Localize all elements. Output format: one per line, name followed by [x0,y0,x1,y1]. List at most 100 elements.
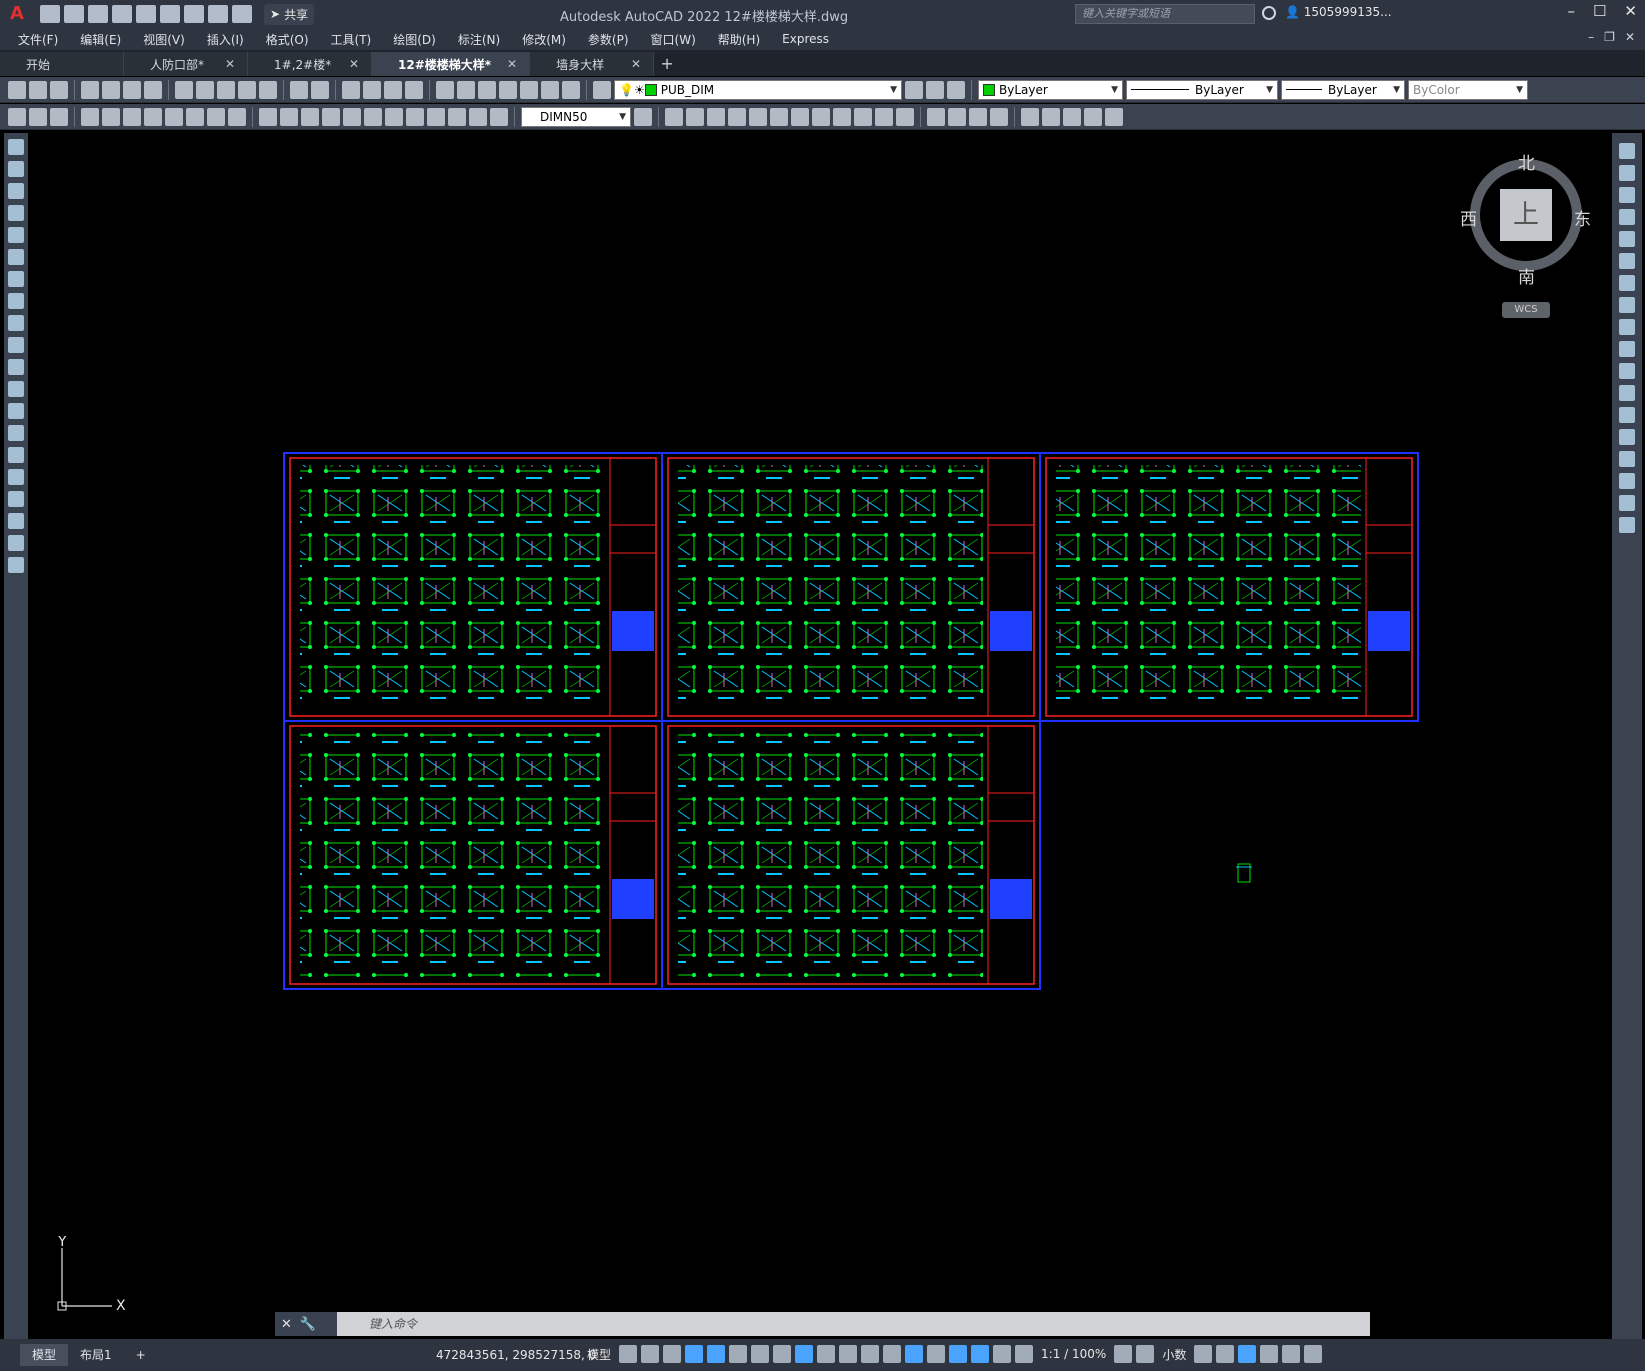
group-select-icon[interactable] [1084,107,1102,126]
tab-building-1-2[interactable]: 1#,2#楼* ✕ [248,52,372,76]
search-icon[interactable] [1262,6,1276,20]
jogged-linear-icon[interactable] [427,107,445,126]
copy-icon[interactable] [196,80,214,99]
layer-match-icon[interactable] [947,80,965,99]
join-modify-icon[interactable] [1619,429,1635,445]
minimize-icon[interactable]: – [1567,2,1575,20]
lineweight-select[interactable]: ByLayer ▼ [1281,79,1405,100]
trim-modify-icon[interactable] [1619,341,1635,357]
region-icon[interactable] [8,491,24,507]
compass-west[interactable]: 西 [1460,205,1477,230]
dim-ordinate-icon[interactable] [144,107,162,126]
rectangle-icon[interactable] [8,227,24,243]
scale-modify-icon[interactable] [1619,297,1635,313]
tolerance-icon[interactable] [364,107,382,126]
erase-icon[interactable] [1619,143,1635,159]
mirror-icon[interactable] [707,107,725,126]
mtext-icon[interactable] [8,535,24,551]
qnew-icon[interactable] [8,80,26,99]
share-button[interactable]: ➤ 共享 [264,3,315,25]
quick-properties-icon[interactable] [1194,1345,1213,1363]
drawing-canvas[interactable] [32,133,1610,1338]
doc-restore-icon[interactable]: ❐ [1604,30,1615,44]
zoom-realtime-icon[interactable] [363,80,381,99]
open-file-icon[interactable] [29,80,47,99]
dim-break-icon[interactable] [343,107,361,126]
offset-icon[interactable] [728,107,746,126]
dim-arc-icon[interactable] [123,107,141,126]
dim-edit-icon[interactable] [448,107,466,126]
dim-diameter-icon[interactable] [207,107,225,126]
tab-close-icon[interactable]: ✕ [507,57,517,71]
snap-icon[interactable] [641,1345,660,1363]
publish-icon[interactable] [123,80,141,99]
annotation-monitor-icon[interactable] [1136,1345,1155,1363]
compass-north[interactable]: 北 [1518,149,1535,174]
add-selected-icon[interactable] [8,557,24,573]
layer-previous-icon[interactable] [926,80,944,99]
menu-view[interactable]: 视图(V) [143,31,185,48]
open-icon[interactable] [64,5,84,23]
dim-baseline-icon[interactable] [280,107,298,126]
copy-object-icon[interactable] [686,107,704,126]
group-icon[interactable] [1021,107,1039,126]
copy-modify-icon[interactable] [1619,165,1635,181]
polygon-icon[interactable] [8,205,24,221]
object-snap-tracking-icon[interactable] [773,1345,792,1363]
blend-modify-icon[interactable] [1619,495,1635,511]
chamfer-icon[interactable] [927,107,945,126]
construction-line-icon[interactable] [8,161,24,177]
layer-select[interactable]: 💡☀ PUB_DIM ▼ [614,79,902,100]
break-icon[interactable] [875,107,893,126]
quickcalc-icon[interactable] [541,80,559,99]
dim-radius-icon[interactable] [165,107,183,126]
save-icon[interactable] [88,5,108,23]
markup-icon[interactable] [520,80,538,99]
undo-icon[interactable] [208,5,228,23]
compass-south[interactable]: 南 [1518,263,1535,288]
tab-stair-details[interactable]: 12#楼楼梯大样* ✕ [372,52,531,76]
line-icon[interactable] [8,139,24,155]
blend-icon[interactable] [969,107,987,126]
rotate-modify-icon[interactable] [1619,275,1635,291]
undo-tool-icon[interactable] [290,80,308,99]
dim-linear-icon[interactable] [81,107,99,126]
tab-close-icon[interactable]: ✕ [349,57,359,71]
point-icon[interactable] [8,425,24,441]
wcs-menu[interactable]: WCS [1502,302,1550,318]
print-preview-icon[interactable] [102,80,120,99]
selection-cycling-icon[interactable] [861,1345,880,1363]
dim-jogged-icon[interactable] [186,107,204,126]
move-modify-icon[interactable] [1619,253,1635,269]
auto-scale-icon[interactable] [993,1345,1012,1363]
layer-state-icon[interactable] [29,107,47,126]
dynamic-ucs-icon[interactable] [905,1345,924,1363]
dimstyle-select[interactable]: DIMN50 ▼ [521,106,631,127]
search-input[interactable]: 键入关键字或短语 [1075,4,1255,24]
3d-osnap-icon[interactable] [883,1345,902,1363]
object-snap-icon[interactable] [795,1345,814,1363]
new-icon[interactable] [40,5,60,23]
command-input[interactable]: 键入命令 [337,1312,1370,1336]
polar-tracking-icon[interactable] [729,1345,748,1363]
ortho-icon[interactable] [707,1345,726,1363]
dim-style-manager-icon[interactable] [634,107,652,126]
new-tab-icon[interactable]: + [654,52,680,76]
grid-icon[interactable] [619,1345,638,1363]
chamfer-modify-icon[interactable] [1619,451,1635,467]
explode-modify-icon[interactable] [1619,517,1635,533]
save-as-icon[interactable] [112,5,132,23]
revcloud-icon[interactable] [8,293,24,309]
tab-layout1[interactable]: 布局1 [68,1344,124,1366]
isodraft-icon[interactable] [751,1345,770,1363]
annotation-scale-icon[interactable] [1015,1345,1034,1363]
print-icon[interactable] [81,80,99,99]
array-modify-icon[interactable] [1619,231,1635,247]
infer-constraints-icon[interactable] [663,1345,682,1363]
circle-icon[interactable] [8,271,24,287]
join-icon[interactable] [896,107,914,126]
units-readout[interactable]: 小数 [1162,1346,1186,1363]
menu-express[interactable]: Express [782,32,829,46]
insert-block-icon[interactable] [8,381,24,397]
sheet-set-icon[interactable] [499,80,517,99]
